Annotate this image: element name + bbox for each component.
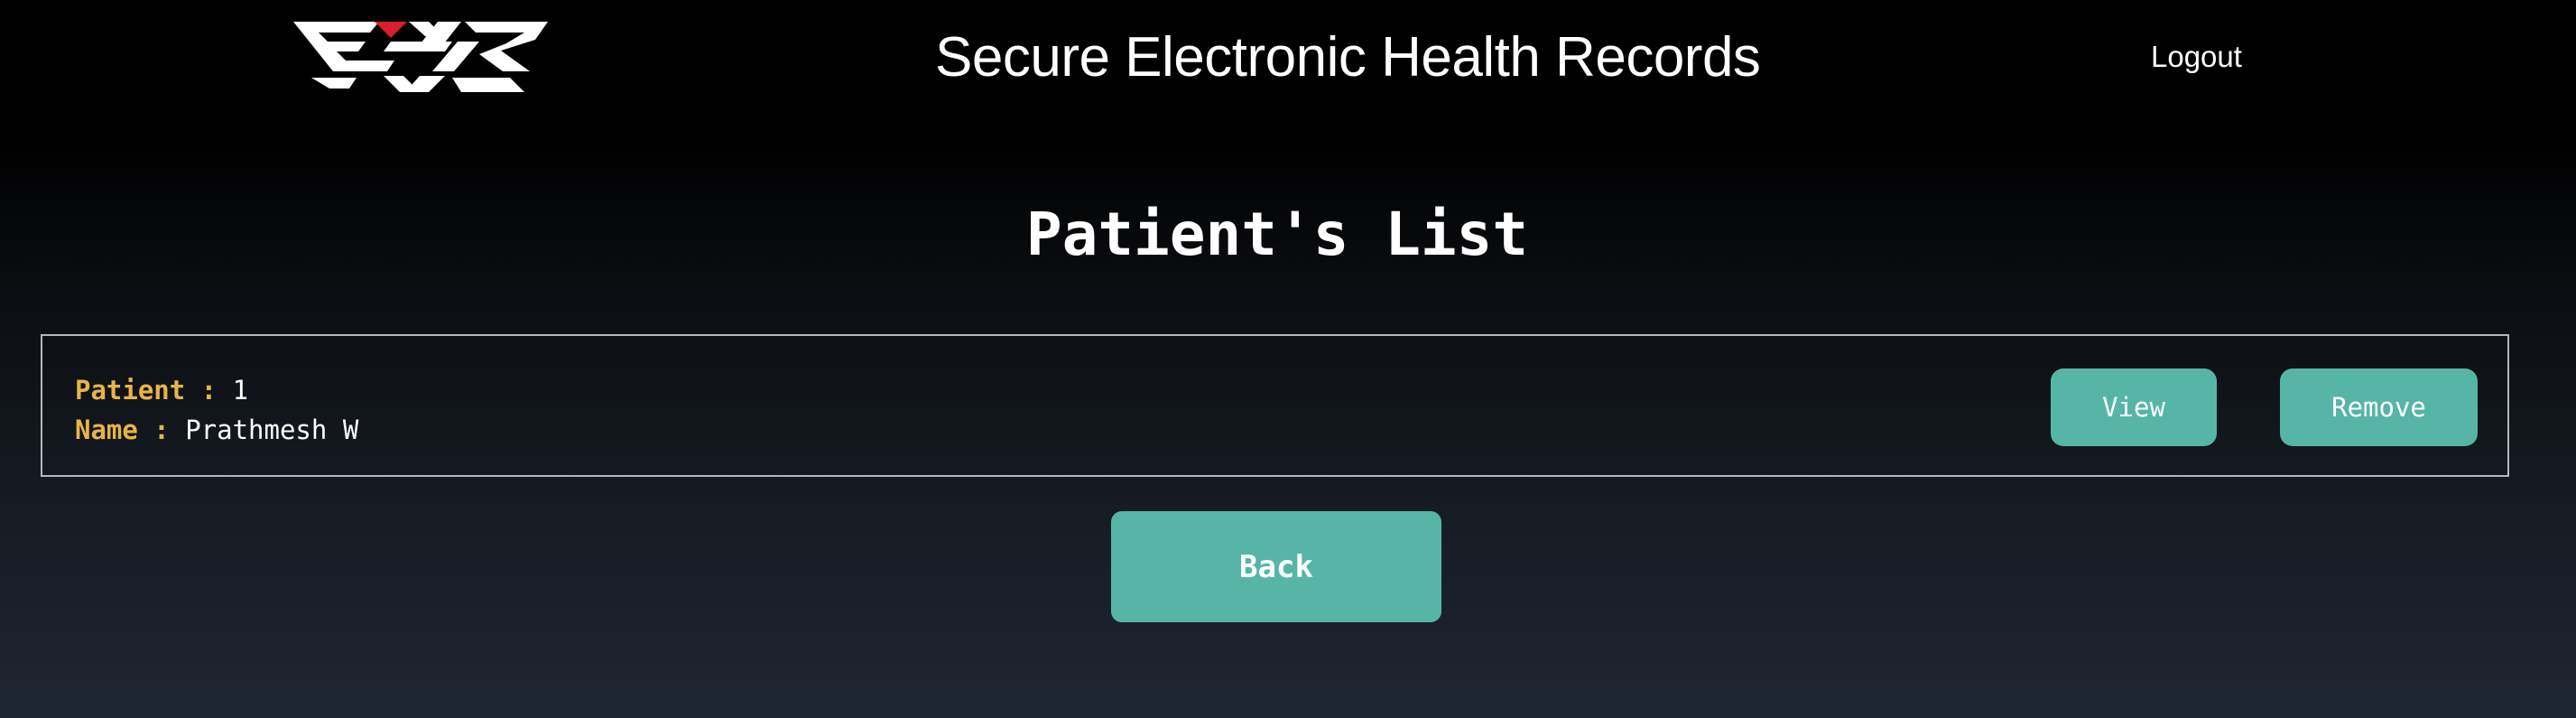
ehr-logo-icon [293,22,548,92]
patient-card: Patient : 1 Name : Prathmesh W View Remo… [41,334,2509,477]
patient-label: Patient : [75,375,233,406]
remove-button[interactable]: Remove [2280,368,2478,446]
patient-id: 1 [232,375,249,406]
page-title: Patient's List [1025,200,1529,269]
patient-id-row: Patient : 1 [75,370,358,410]
patient-name: Prathmesh W [185,415,359,445]
app-header: Secure Electronic Health Records Logout [0,0,2576,117]
patient-name-row: Name : Prathmesh W [75,410,358,450]
app-title: Secure Electronic Health Records [935,26,1761,89]
patient-info: Patient : 1 Name : Prathmesh W [75,370,358,450]
view-button[interactable]: View [2051,368,2217,446]
ehr-logo[interactable] [293,20,548,94]
back-button[interactable]: Back [1111,511,1441,622]
name-label: Name : [75,415,186,445]
logout-link[interactable]: Logout [2151,36,2242,78]
